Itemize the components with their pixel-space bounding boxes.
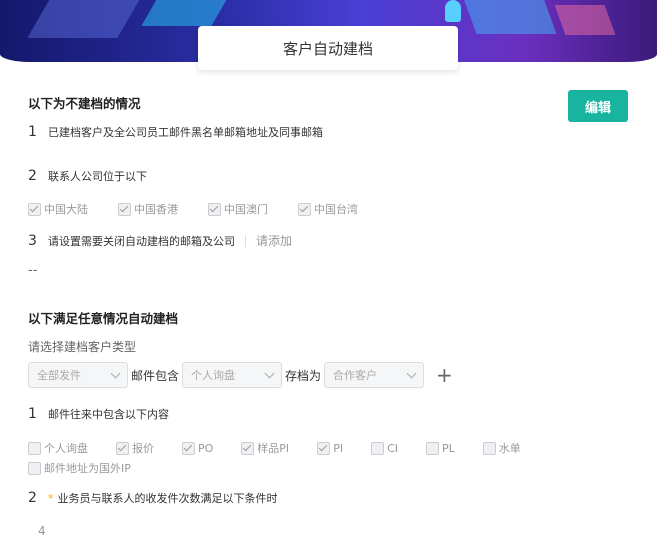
rule-row-frequency: 2 * 业务员与联系人的收发件次数满足以下条件时: [28, 490, 278, 506]
add-rule-icon[interactable]: +: [436, 365, 453, 385]
rule-number: 1: [28, 406, 37, 422]
checkbox-label: CI: [387, 441, 399, 455]
checkbox-label: 中国澳门: [224, 203, 268, 216]
checkbox-unchecked-icon[interactable]: [426, 441, 440, 455]
rule-text: 邮件往来中包含以下内容: [48, 408, 169, 421]
checkbox-taiwan[interactable]: 中国台湾: [298, 201, 358, 217]
section-no-archive-title: 以下为不建档的情况: [28, 96, 141, 111]
select-value: 个人询盘: [191, 369, 236, 382]
checkbox-label: 中国大陆: [44, 203, 88, 216]
rule-row-3: 3 请设置需要关闭自动建档的邮箱及公司 请添加: [28, 232, 292, 249]
save-as-label: 存档为: [285, 368, 322, 383]
checkbox-label: PO: [198, 441, 214, 455]
archive-rule-row: 全部发件 邮件包含 个人询盘 存档为 合作客户 +: [28, 362, 453, 388]
customer-category-select[interactable]: 合作客户: [324, 362, 425, 388]
send-type-select[interactable]: 全部发件: [28, 362, 128, 388]
checkbox-label: 中国台湾: [314, 203, 358, 216]
rule-text: 已建档客户及全公司员工邮件黑名单邮箱地址及同事邮箱: [48, 126, 323, 139]
checkbox-checked-icon[interactable]: [208, 202, 221, 216]
rule-number: 2: [28, 490, 37, 506]
page-title: 客户自动建档: [198, 26, 458, 70]
rule-text: 业务员与联系人的收发件次数满足以下条件时: [57, 492, 278, 505]
banner-figure-icon: [445, 0, 461, 22]
rule-number: 3: [28, 232, 37, 249]
chevron-down-icon: [110, 368, 121, 379]
checkbox-checked-icon[interactable]: [118, 202, 131, 216]
checkbox-unchecked-icon[interactable]: [28, 441, 41, 455]
checkbox-label: 中国香港: [134, 203, 178, 216]
checkbox-checked-icon[interactable]: [317, 441, 331, 455]
rule-number: 2: [28, 168, 37, 184]
checkbox-label: 邮件地址为国外IP: [44, 462, 131, 475]
checkbox-po[interactable]: PO: [182, 441, 214, 455]
checkbox-label: 报价: [132, 442, 154, 455]
contains-label: 邮件包含: [131, 368, 180, 383]
checkbox-pl[interactable]: PL: [426, 441, 455, 455]
edit-button[interactable]: 编辑: [568, 90, 628, 122]
select-value: 全部发件: [37, 369, 81, 382]
divider: [245, 234, 246, 247]
rule-row-1: 1 已建档客户及全公司员工邮件黑名单邮箱地址及同事邮箱: [28, 124, 323, 140]
required-marker: *: [48, 491, 54, 505]
checkbox-label: PL: [442, 441, 455, 455]
section-auto-archive-title: 以下满足任意情况自动建档: [28, 311, 179, 326]
add-link[interactable]: 请添加: [256, 232, 292, 249]
checkbox-pi[interactable]: PI: [317, 441, 344, 455]
select-value: 合作客户: [333, 369, 378, 382]
banner-decoration: [141, 0, 229, 26]
chevron-down-icon: [406, 368, 417, 379]
checkbox-sample-pi[interactable]: 样品PI: [241, 440, 289, 456]
checkbox-unchecked-icon[interactable]: [371, 441, 385, 455]
banner-decoration: [27, 0, 143, 38]
mail-content-select[interactable]: 个人询盘: [182, 362, 283, 388]
checkbox-checked-icon[interactable]: [298, 202, 311, 216]
checkbox-label: 水单: [498, 442, 521, 455]
checkbox-label: 样品PI: [257, 442, 290, 455]
checkbox-label: 个人询盘: [44, 442, 88, 455]
checkbox-mainland[interactable]: 中国大陆: [28, 201, 88, 217]
checkbox-unchecked-icon[interactable]: [28, 461, 41, 475]
count-value[interactable]: 4: [38, 524, 46, 538]
checkbox-bank-slip[interactable]: 水单: [482, 440, 521, 456]
checkbox-quote[interactable]: 报价: [116, 440, 154, 456]
checkbox-foreign-ip[interactable]: 邮件地址为国外IP: [28, 460, 131, 476]
chevron-down-icon: [264, 368, 275, 379]
rule-text: 请设置需要关闭自动建档的邮箱及公司: [48, 234, 235, 248]
empty-value: --: [28, 263, 38, 278]
checkbox-unchecked-icon[interactable]: [482, 441, 496, 455]
foreign-ip-checkbox-row: 邮件地址为国外IP: [28, 460, 145, 476]
rule-row-content: 1 邮件往来中包含以下内容: [28, 406, 169, 422]
rule-text: 联系人公司位于以下: [48, 170, 147, 183]
checkbox-checked-icon[interactable]: [28, 202, 41, 216]
checkbox-hongkong[interactable]: 中国香港: [118, 201, 178, 217]
rule-number: 1: [28, 124, 37, 140]
rule-row-2: 2 联系人公司位于以下: [28, 168, 147, 184]
checkbox-ci[interactable]: CI: [371, 441, 399, 455]
content-checkbox-group: 个人询盘 报价 PO 样品PI PI CI PL 水单: [28, 440, 521, 456]
banner-decoration: [463, 0, 557, 34]
checkbox-checked-icon[interactable]: [116, 441, 129, 455]
checkbox-checked-icon[interactable]: [182, 441, 195, 455]
banner-decoration: [554, 5, 616, 35]
checkbox-checked-icon[interactable]: [241, 441, 255, 455]
customer-type-label: 请选择建档客户类型: [28, 340, 137, 354]
checkbox-label: PI: [333, 441, 344, 455]
region-checkbox-group: 中国大陆 中国香港 中国澳门 中国台湾: [28, 201, 372, 217]
checkbox-macau[interactable]: 中国澳门: [208, 201, 268, 217]
checkbox-personal-inquiry[interactable]: 个人询盘: [28, 440, 88, 456]
